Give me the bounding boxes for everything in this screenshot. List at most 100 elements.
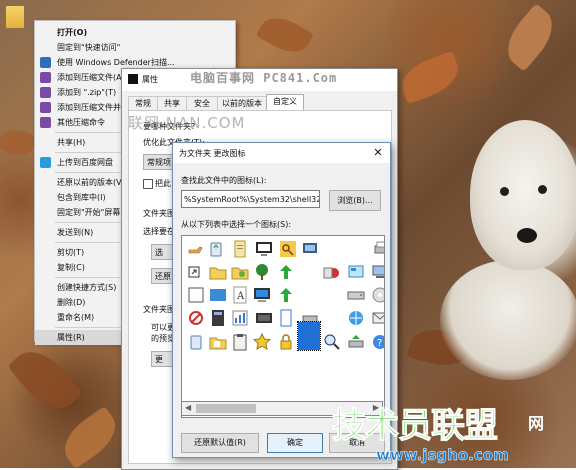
recycle-icon[interactable] — [206, 239, 226, 259]
chart-icon[interactable] — [230, 308, 250, 328]
tab-sharing[interactable]: 共享 — [157, 96, 187, 110]
arrow-up-icon[interactable] — [276, 285, 296, 305]
menu-item-label: 还原以前的版本(V) — [57, 178, 125, 187]
watermark-pc841: 电脑百事网 PC841.Com — [190, 71, 338, 85]
dog-eye — [500, 187, 509, 196]
leaf-decoration — [497, 3, 563, 72]
menu-item-label: 发送到(N) — [57, 228, 94, 237]
menu-item-label: 删除(D) — [57, 298, 86, 307]
menu-item-label: 固定到"快速访问" — [57, 43, 121, 52]
leaf-decoration — [55, 405, 125, 470]
dog-body — [440, 260, 576, 380]
menu-item-label: 使用 Windows Defender扫描... — [57, 58, 175, 67]
winrar-icon — [40, 117, 51, 128]
dog-eye — [538, 185, 547, 194]
no-entry-icon[interactable] — [322, 262, 342, 282]
menu-item-label: 共享(H) — [57, 138, 86, 147]
menu-item-label: 包含到库中(I) — [57, 193, 106, 202]
menu-item-label: 剪切(T) — [57, 248, 85, 257]
properties-title: 属性 — [142, 75, 158, 84]
monitor-icon[interactable] — [254, 239, 274, 259]
mail-icon[interactable] — [370, 308, 385, 328]
clipboard-icon[interactable] — [230, 332, 250, 352]
apply-subfolders-label: 把此 — [155, 179, 171, 188]
menu-item-label: 创建快捷方式(S) — [57, 283, 117, 292]
dialog-title: 为文件夹 更改图标 — [179, 149, 246, 158]
shortcut-arrow-icon[interactable] — [186, 262, 206, 282]
leaf-decoration — [7, 340, 83, 420]
icon-file-label: 查找此文件中的图标(L): — [181, 176, 267, 185]
icon-file-input[interactable]: %SystemRoot%\System32\shell32.dll — [181, 190, 320, 208]
control-panel-icon[interactable] — [346, 262, 366, 282]
apply-subfolders-checkbox[interactable] — [143, 179, 153, 189]
network-share-icon[interactable] — [346, 332, 366, 352]
logo-net: 网 — [528, 414, 545, 433]
ok-button[interactable]: 确定 — [267, 433, 323, 453]
browse-button[interactable]: 浏览(B)... — [329, 190, 381, 211]
tab-general[interactable]: 常规 — [128, 96, 158, 110]
dog-head — [470, 120, 576, 270]
dialog-titlebar[interactable]: 为文件夹 更改图标 ✕ — [173, 143, 390, 163]
cdrom-icon[interactable] — [370, 285, 385, 305]
optimize-select[interactable]: 常规项目 — [143, 154, 175, 170]
winrar-icon — [40, 87, 51, 98]
logo-title: 技术员联盟 — [332, 406, 499, 447]
menu-item-label: 重命名(M) — [57, 313, 95, 322]
printer-icon[interactable] — [372, 239, 385, 259]
star-icon[interactable] — [252, 332, 272, 352]
tab-security[interactable]: 安全 — [186, 96, 218, 110]
menu-item-label: 属性(R) — [57, 333, 85, 342]
font-icon[interactable]: A — [230, 285, 250, 305]
menu-item[interactable]: 打开(O) — [35, 25, 235, 40]
desktop-icon[interactable] — [252, 285, 272, 305]
folder-open-icon[interactable] — [208, 262, 228, 282]
svg-text:A: A — [236, 291, 245, 302]
tab-customize[interactable]: 自定义 — [266, 94, 304, 111]
restore-default-button[interactable]: 还原默认值(R) — [181, 433, 259, 453]
menu-item[interactable]: 固定到"快速访问" — [35, 40, 235, 55]
icon-list-label: 从以下列表中选择一个图标(S): — [181, 220, 292, 229]
folder-icons-heading: 文件夹图 — [143, 305, 175, 314]
defender-icon — [40, 57, 51, 68]
hand-icon[interactable] — [186, 239, 206, 259]
help-icon[interactable]: ? — [370, 332, 385, 352]
winrar-icon — [40, 72, 51, 83]
network-icon[interactable] — [300, 239, 320, 259]
site-logo: 技术员联盟 网 www.jsgho.com — [332, 398, 576, 468]
key-icon[interactable] — [278, 239, 298, 259]
tree-icon[interactable] — [252, 262, 272, 282]
leaf-decoration — [255, 9, 315, 61]
selected-icon[interactable] — [297, 321, 321, 351]
menu-item-label: 其他压缩命令 — [57, 118, 105, 127]
folder-docs-icon[interactable] — [208, 332, 228, 352]
dog-nose — [517, 228, 537, 243]
tab-previous-versions[interactable]: 以前的版本 — [217, 96, 267, 110]
globe-icon[interactable] — [346, 308, 366, 328]
monitor-dark-icon[interactable] — [254, 308, 274, 328]
computer-icon[interactable] — [370, 262, 385, 282]
window-blue-icon[interactable] — [208, 285, 228, 305]
folder-tree-icon[interactable] — [230, 262, 250, 282]
menu-item-label: 添加到 ".zip"(T) — [57, 88, 117, 97]
menu-item-label: 添加到压缩文件并... — [57, 103, 129, 112]
recycle-bin-icon[interactable] — [186, 332, 206, 352]
menu-item-label: 上传到百度网盘 — [57, 158, 113, 167]
square-icon[interactable] — [186, 285, 206, 305]
scrollbar-thumb[interactable] — [196, 404, 256, 413]
folder-picture-heading: 文件夹图 — [143, 209, 175, 218]
menu-item-label: 打开(O) — [57, 28, 88, 37]
prohibited-icon[interactable] — [186, 308, 206, 328]
magnifier-icon[interactable] — [322, 332, 342, 352]
upload-arrow-icon[interactable] — [276, 262, 296, 282]
calculator-icon[interactable] — [208, 308, 228, 328]
scroll-left-icon[interactable]: ◀ — [185, 403, 191, 412]
lock-icon[interactable] — [276, 332, 296, 352]
watermark-lianwang: 联网 NAN.COM — [128, 114, 246, 132]
logo-url: www.jsgho.com — [376, 446, 509, 465]
document-icon[interactable] — [230, 239, 250, 259]
desktop-folder-icon[interactable] — [6, 6, 24, 28]
drive-icon[interactable] — [346, 285, 366, 305]
document-blue-icon[interactable] — [276, 308, 296, 328]
baidu-cloud-icon — [40, 157, 51, 168]
close-icon[interactable]: ✕ — [370, 145, 386, 161]
